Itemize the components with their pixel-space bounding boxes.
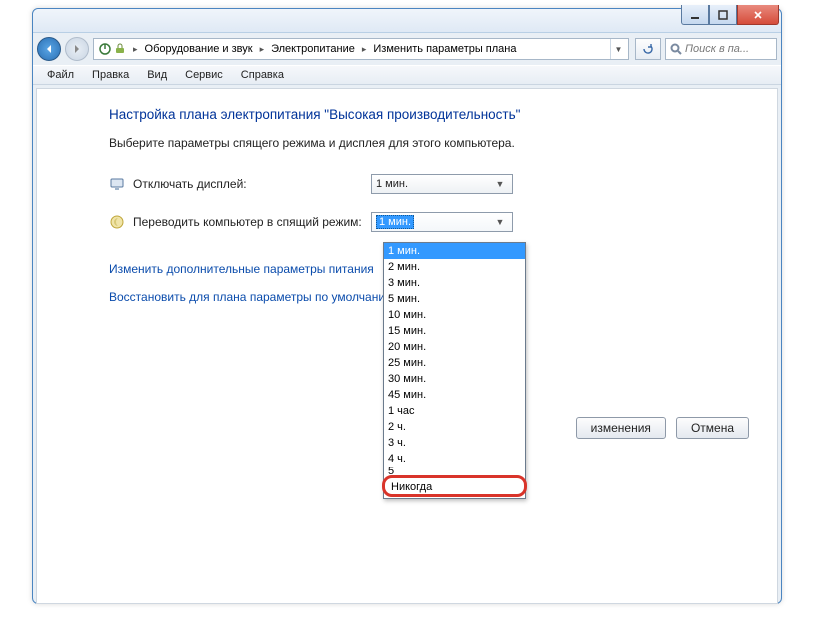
setting-icon bbox=[113, 42, 127, 56]
sleep-timeout-select[interactable]: 1 мин. ▼ bbox=[371, 212, 513, 232]
menu-help[interactable]: Справка bbox=[233, 68, 292, 82]
row-sleep: Переводить компьютер в спящий режим: 1 м… bbox=[109, 212, 717, 232]
breadcrumb-item[interactable]: Оборудование и звук bbox=[142, 43, 256, 55]
window-buttons bbox=[681, 5, 779, 25]
sleep-label: Переводить компьютер в спящий режим: bbox=[133, 215, 371, 229]
menu-view[interactable]: Вид bbox=[139, 68, 175, 82]
dropdown-item[interactable]: 25 мин. bbox=[384, 355, 525, 371]
address-icons bbox=[96, 42, 129, 56]
dropdown-item-never[interactable]: Никогда bbox=[382, 475, 527, 497]
close-button[interactable] bbox=[737, 5, 779, 25]
monitor-icon bbox=[109, 176, 125, 192]
crumb-sep-icon: ▸ bbox=[362, 44, 367, 55]
crumb-sep-icon: ▸ bbox=[133, 44, 138, 55]
dropdown-item[interactable]: 3 мин. bbox=[384, 275, 525, 291]
menu-edit[interactable]: Правка bbox=[84, 68, 137, 82]
dropdown-item[interactable]: 2 мин. bbox=[384, 259, 525, 275]
titlebar bbox=[33, 9, 781, 33]
sleep-timeout-value: 1 мин. bbox=[376, 215, 414, 229]
search-icon bbox=[670, 43, 682, 55]
menu-service[interactable]: Сервис bbox=[177, 68, 231, 82]
refresh-button[interactable] bbox=[635, 38, 661, 60]
maximize-button[interactable] bbox=[709, 5, 737, 25]
breadcrumb-item[interactable]: Электропитание bbox=[268, 43, 358, 55]
dropdown-item[interactable]: 15 мин. bbox=[384, 323, 525, 339]
crumb-sep-icon: ▸ bbox=[260, 44, 265, 55]
power-icon bbox=[98, 42, 112, 56]
search-input[interactable]: Поиск в па... bbox=[665, 38, 777, 60]
dropdown-item[interactable]: 45 мин. bbox=[384, 387, 525, 403]
dropdown-item[interactable]: 20 мин. bbox=[384, 339, 525, 355]
nav-forward-button[interactable] bbox=[65, 37, 89, 61]
dropdown-item[interactable]: 30 мин. bbox=[384, 371, 525, 387]
chevron-down-icon: ▼ bbox=[492, 217, 508, 227]
dropdown-item[interactable]: 4 ч. bbox=[384, 451, 525, 467]
sleep-timeout-dropdown: 1 мин. 2 мин. 3 мин. 5 мин. 10 мин. 15 м… bbox=[383, 242, 526, 499]
display-timeout-value: 1 мин. bbox=[376, 178, 408, 190]
button-row: изменения Отмена bbox=[576, 417, 749, 439]
dropdown-item[interactable]: 1 мин. bbox=[384, 243, 525, 259]
dropdown-item[interactable]: 1 час bbox=[384, 403, 525, 419]
menu-file[interactable]: Файл bbox=[39, 68, 82, 82]
moon-icon bbox=[109, 214, 125, 230]
cancel-button[interactable]: Отмена bbox=[676, 417, 749, 439]
save-button[interactable]: изменения bbox=[576, 417, 666, 439]
search-placeholder: Поиск в па... bbox=[685, 43, 749, 55]
page-title: Настройка плана электропитания "Высокая … bbox=[109, 107, 717, 122]
display-label: Отключать дисплей: bbox=[133, 177, 371, 191]
display-timeout-select[interactable]: 1 мин. ▼ bbox=[371, 174, 513, 194]
menubar: Файл Правка Вид Сервис Справка bbox=[33, 65, 781, 85]
dropdown-item[interactable]: 2 ч. bbox=[384, 419, 525, 435]
page-subtitle: Выберите параметры спящего режима и дисп… bbox=[109, 136, 717, 150]
dropdown-item[interactable]: 5 мин. bbox=[384, 291, 525, 307]
breadcrumb-item[interactable]: Изменить параметры плана bbox=[370, 43, 519, 55]
dropdown-item[interactable]: 3 ч. bbox=[384, 435, 525, 451]
minimize-button[interactable] bbox=[681, 5, 709, 25]
navbar: ▸ Оборудование и звук ▸ Электропитание ▸… bbox=[33, 33, 781, 65]
row-display: Отключать дисплей: 1 мин. ▼ bbox=[109, 174, 717, 194]
address-bar[interactable]: ▸ Оборудование и звук ▸ Электропитание ▸… bbox=[93, 38, 629, 60]
chevron-down-icon: ▼ bbox=[492, 179, 508, 189]
address-dropdown-button[interactable]: ▼ bbox=[610, 39, 626, 59]
dropdown-item[interactable]: 10 мин. bbox=[384, 307, 525, 323]
dropdown-item-partial[interactable]: 5 bbox=[384, 467, 525, 475]
nav-back-button[interactable] bbox=[37, 37, 61, 61]
